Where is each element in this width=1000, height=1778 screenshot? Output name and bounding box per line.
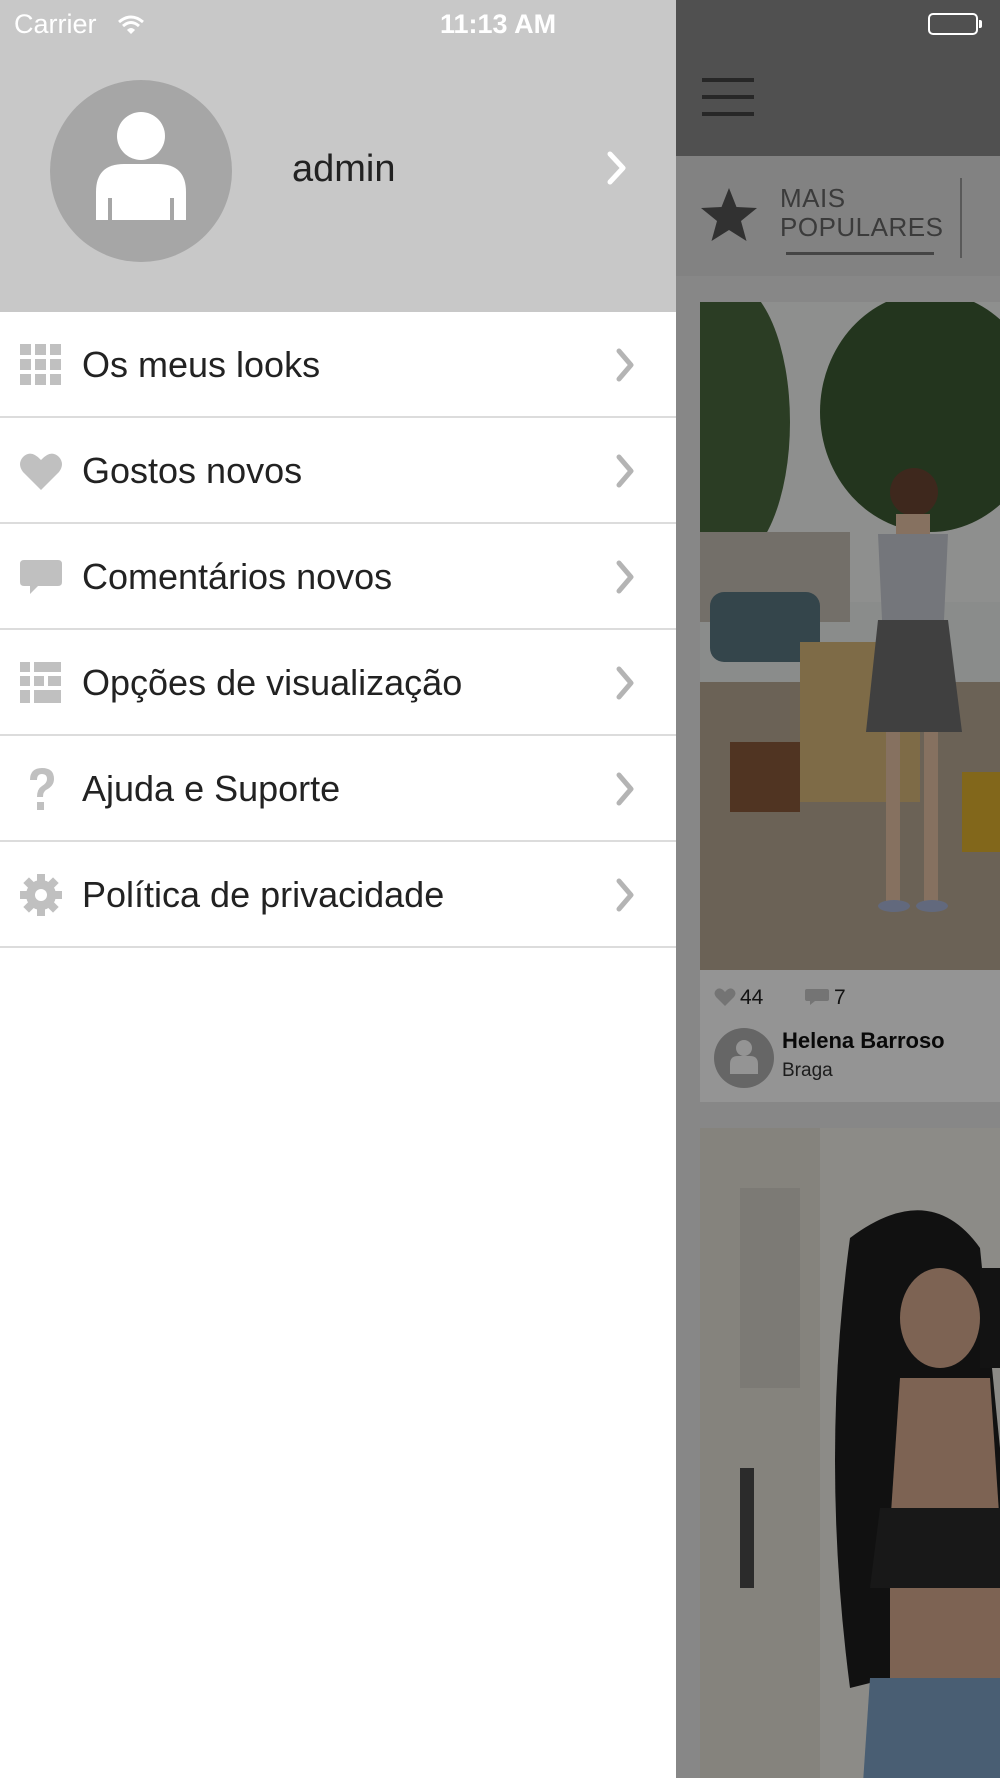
menu-item-privacy-policy[interactable]: Política de privacidade [0, 842, 676, 948]
question-mark-icon [18, 766, 64, 812]
gear-icon [18, 872, 64, 918]
chevron-right-icon [614, 665, 636, 706]
menu-item-view-options[interactable]: Opções de visualização [0, 630, 676, 736]
layout-grid-icon [18, 660, 64, 706]
battery-icon [928, 13, 982, 35]
menu-item-label: Os meus looks [82, 344, 321, 385]
grid-icon [18, 342, 64, 388]
menu-item-label: Comentários novos [82, 556, 393, 597]
chevron-right-icon [614, 453, 636, 494]
clock: 11:13 AM [440, 9, 557, 39]
wifi-icon [118, 11, 144, 42]
menu-item-new-likes[interactable]: Gostos novos [0, 418, 676, 524]
avatar[interactable] [50, 80, 232, 262]
menu-item-label: Política de privacidade [82, 874, 445, 915]
carrier-label: Carrier [14, 9, 97, 39]
username: admin [292, 148, 396, 190]
menu-item-new-comments[interactable]: Comentários novos [0, 524, 676, 630]
speech-bubble-icon [18, 554, 64, 600]
person-icon [96, 112, 186, 220]
chevron-right-icon [614, 877, 636, 918]
chevron-right-icon [614, 347, 636, 388]
chevron-right-icon [614, 771, 636, 812]
chevron-right-icon [614, 559, 636, 600]
status-bar: Carrier 11:13 AM [0, 0, 1000, 50]
side-drawer: admin Os meus looks Gostos novos Comentá… [0, 0, 676, 1778]
menu-item-label: Ajuda e Suporte [82, 768, 341, 809]
chevron-right-icon[interactable] [606, 150, 628, 191]
menu-item-label: Opções de visualização [82, 662, 463, 703]
menu-item-help-support[interactable]: Ajuda e Suporte [0, 736, 676, 842]
drawer-menu: Os meus looks Gostos novos Comentários n… [0, 312, 676, 948]
menu-item-my-looks[interactable]: Os meus looks [0, 312, 676, 418]
drawer-overlay[interactable] [676, 0, 1000, 1778]
heart-icon [18, 448, 64, 494]
menu-item-label: Gostos novos [82, 450, 303, 491]
